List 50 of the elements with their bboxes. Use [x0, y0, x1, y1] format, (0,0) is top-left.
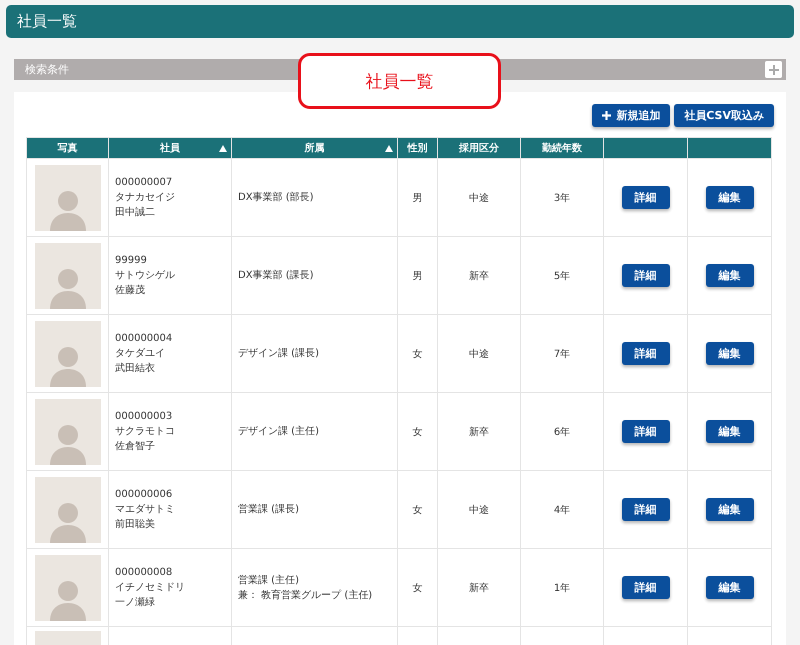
department-text: 営業課 (主任) — [238, 574, 300, 588]
employee-id: 000000004 — [115, 332, 174, 346]
employee-kana: タケダユイ — [115, 347, 166, 361]
tenure-text: 1年 — [554, 582, 570, 594]
employee-id: 000000006 — [115, 488, 174, 502]
employee-name: 田中誠二 — [115, 206, 156, 220]
department-text: DX事業部 (部長) — [238, 190, 315, 205]
employee-name: 武田結衣 — [115, 362, 156, 376]
department-text: 営業課 (課長) — [238, 502, 300, 517]
column-header: 採用区分 — [438, 138, 520, 158]
employee-name: 一ノ瀬緑 — [115, 596, 156, 610]
hire-type-text: 中途 — [469, 348, 489, 360]
column-header: 写真 — [26, 138, 108, 158]
gender-text: 女 — [412, 582, 422, 594]
column-header: 性別 — [398, 138, 438, 158]
employee-name: 前田聡美 — [115, 518, 156, 532]
tenure-text: 3年 — [554, 192, 570, 204]
gender-text: 女 — [412, 504, 422, 516]
employee-kana: イチノセミドリ — [115, 581, 186, 595]
hire-type-text: 新卒 — [469, 582, 489, 594]
tenure-text: 6年 — [554, 426, 570, 438]
gender-text: 女 — [412, 348, 422, 360]
hire-type-text: 中途 — [469, 192, 489, 204]
employee-kana: マエダサトミ — [115, 503, 176, 517]
department-text: デザイン課 (課長) — [238, 346, 320, 361]
department-text: デザイン課 (主任) — [238, 424, 320, 439]
employee-name: 佐倉智子 — [115, 440, 156, 454]
employee-id: 000000008 — [115, 566, 174, 580]
gender-text: 男 — [412, 192, 422, 204]
gender-text: 男 — [412, 270, 422, 282]
gender-text: 女 — [412, 426, 422, 438]
employee-kana: サクラモトコ — [115, 425, 176, 439]
employee-id: 99999 — [115, 254, 148, 268]
employee-id: 000000007 — [115, 176, 174, 190]
employee-kana: サトウシゲル — [115, 269, 176, 283]
tenure-text: 7年 — [554, 348, 570, 360]
column-header: 勤続年数 — [520, 138, 604, 158]
search-panel-title: 検索条件 — [25, 62, 69, 77]
tenure-text: 4年 — [554, 504, 570, 516]
department-text: DX事業部 (課長) — [238, 268, 315, 283]
hire-type-text: 中途 — [469, 504, 489, 516]
employee-kana: タナカセイジ — [115, 191, 176, 205]
department-text: 兼： 教育営業グループ (主任) — [238, 588, 374, 602]
employee-id: 000000003 — [115, 410, 174, 424]
tenure-text: 5年 — [554, 270, 570, 282]
hire-type-text: 新卒 — [469, 270, 489, 282]
employee-name: 佐藤茂 — [115, 284, 146, 298]
page-title: 社員一覧 — [17, 12, 77, 31]
callout-text: 社員一覧 — [366, 70, 434, 92]
hire-type-text: 新卒 — [469, 426, 489, 438]
